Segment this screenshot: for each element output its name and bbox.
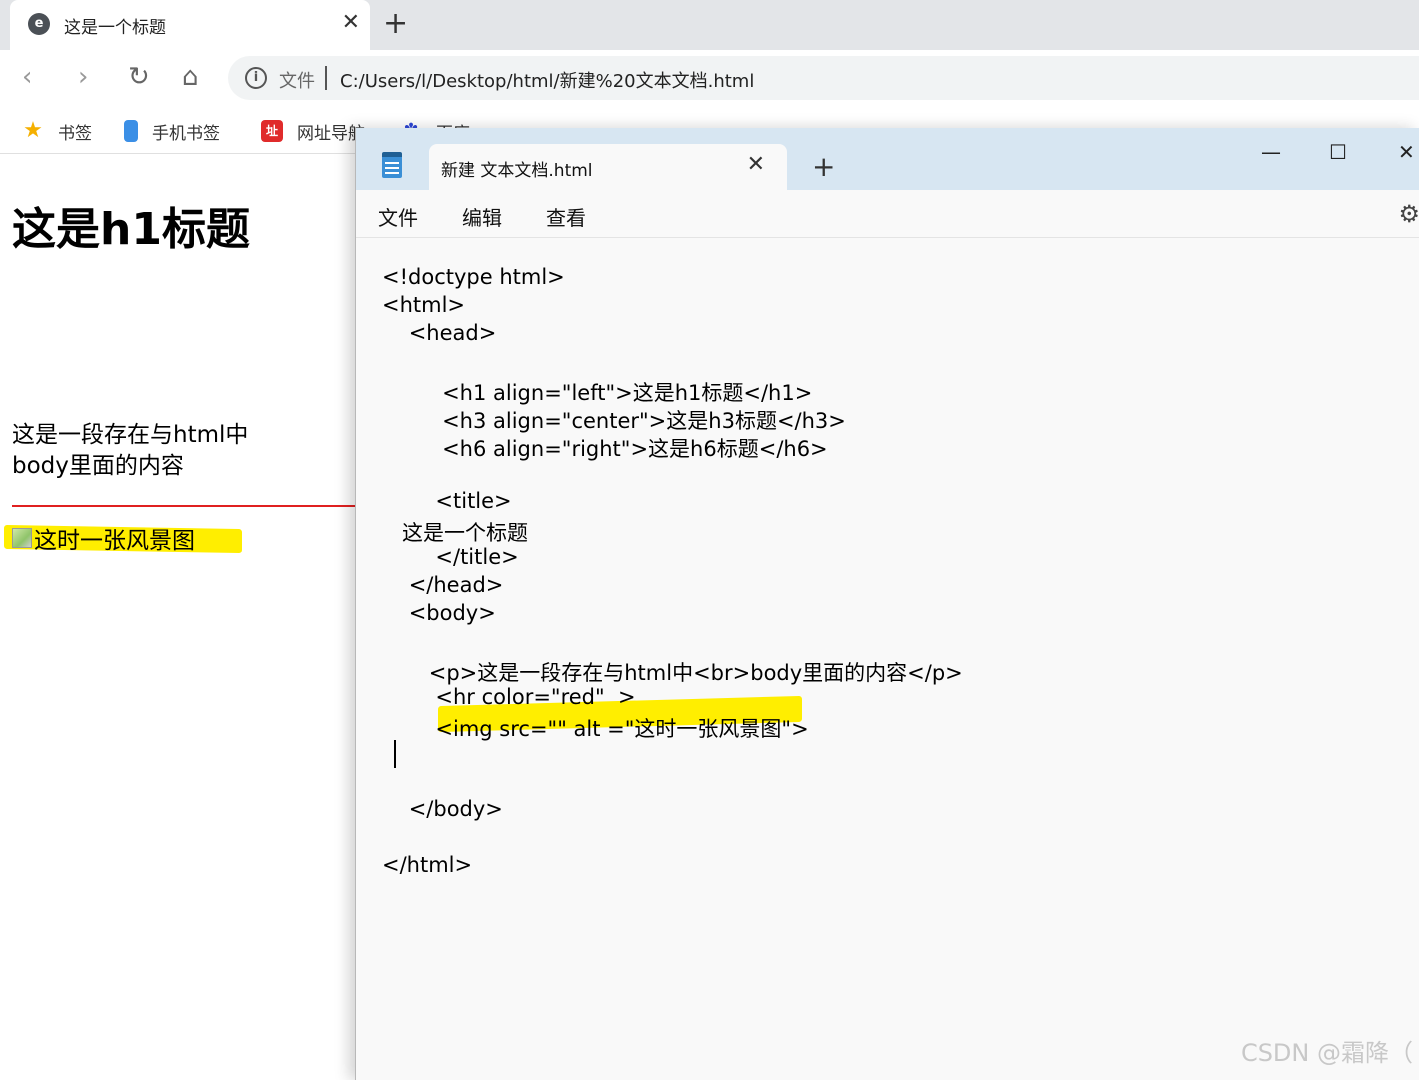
code-line: </body> [382,797,503,821]
code-line: <head> [382,321,497,345]
star-icon: ★ [23,118,43,143]
nav-icon: 址 [261,120,283,142]
notepad-editor[interactable]: <!doctype html> <html> <head> <h1 align=… [356,239,1419,1080]
close-window-button[interactable]: ✕ [1398,140,1415,164]
browser-logo-icon: e [28,13,50,35]
notepad-tab[interactable]: 新建 文本文档.html ✕ [429,144,787,190]
notepad-titlebar[interactable]: 新建 文本文档.html ✕ + — ☐ ✕ [356,128,1419,190]
text-caret [394,740,396,768]
browser-toolbar: ‹ › ↻ ⌂ i 文件 C:/Users/l/Desktop/html/新建%… [0,50,1419,108]
code-line: 这是一个标题 [382,521,529,545]
code-line: <hr color="red" > [382,685,636,709]
code-line: </title> [382,545,519,569]
code-line: </html> [382,853,473,877]
minimize-button[interactable]: — [1261,140,1281,164]
code-line: <h1 align="left">这是h1标题</h1> [382,381,813,405]
broken-image-icon [12,528,32,548]
notepad-app-icon [382,152,402,178]
close-tab-icon[interactable]: ✕ [342,10,360,36]
code-line: </head> [382,573,504,597]
code-line: <h3 align="center">这是h3标题</h3> [382,409,846,433]
address-divider [325,66,327,90]
info-icon[interactable]: i [245,67,267,89]
code-line: <h6 align="right">这是h6标题</h6> [382,437,828,461]
home-icon[interactable]: ⌂ [182,62,199,92]
bookmark-item[interactable]: 手机书签 [124,118,220,144]
page-heading-h1: 这是h1标题 [12,204,250,255]
menu-view[interactable]: 查看 [546,202,586,231]
reload-icon[interactable]: ↻ [128,62,150,92]
paragraph-line-2: body里面的内容 [12,453,184,479]
menu-edit[interactable]: 编辑 [462,202,502,231]
notepad-menubar: 文件 编辑 查看 ⚙ [356,190,1419,238]
horizontal-rule [12,505,357,507]
back-icon[interactable]: ‹ [22,62,32,92]
forward-icon[interactable]: › [78,62,88,92]
code-line: <img src="" alt ="这时一张风景图"> [382,717,809,741]
notepad-tab-title: 新建 文本文档.html [441,161,593,181]
code-line: <body> [382,601,496,625]
code-line: <!doctype html> [382,265,565,289]
maximize-button[interactable]: ☐ [1329,140,1347,164]
bookmark-item[interactable]: ★ 书签 [22,118,92,144]
broken-image: 这时一张风景图 [12,521,195,555]
phone-icon [124,120,138,142]
watermark: CSDN @霜降（ [1240,1039,1413,1067]
code-line: <html> [382,293,466,317]
address-scheme: 文件 [279,71,315,92]
code-line: <p>这是一段存在与html中<br>body里面的内容</p> [382,661,963,685]
page-paragraph: 这是一段存在与html中 body里面的内容 [12,420,248,482]
browser-tab[interactable]: e 这是一个标题 ✕ [10,0,370,50]
notepad-new-tab-button[interactable]: + [812,152,835,182]
code-line: <title> [382,489,512,513]
address-bar[interactable]: i 文件 C:/Users/l/Desktop/html/新建%20文本文档.h… [228,56,1419,100]
paragraph-line-1: 这是一段存在与html中 [12,422,249,448]
settings-gear-icon[interactable]: ⚙ [1398,200,1419,228]
new-tab-button[interactable]: + [383,8,408,40]
address-url[interactable]: C:/Users/l/Desktop/html/新建%20文本文档.html [340,67,754,93]
menu-file[interactable]: 文件 [378,202,418,231]
bookmark-item[interactable]: 址网址导航 [261,118,365,144]
image-alt-text: 这时一张风景图 [34,528,195,554]
browser-tabstrip: e 这是一个标题 ✕ + [0,0,1419,50]
close-tab-icon[interactable]: ✕ [747,152,765,177]
browser-tab-title: 这是一个标题 [64,18,166,38]
notepad-window: 新建 文本文档.html ✕ + — ☐ ✕ 文件 编辑 查看 ⚙ <!doct… [355,128,1419,1080]
